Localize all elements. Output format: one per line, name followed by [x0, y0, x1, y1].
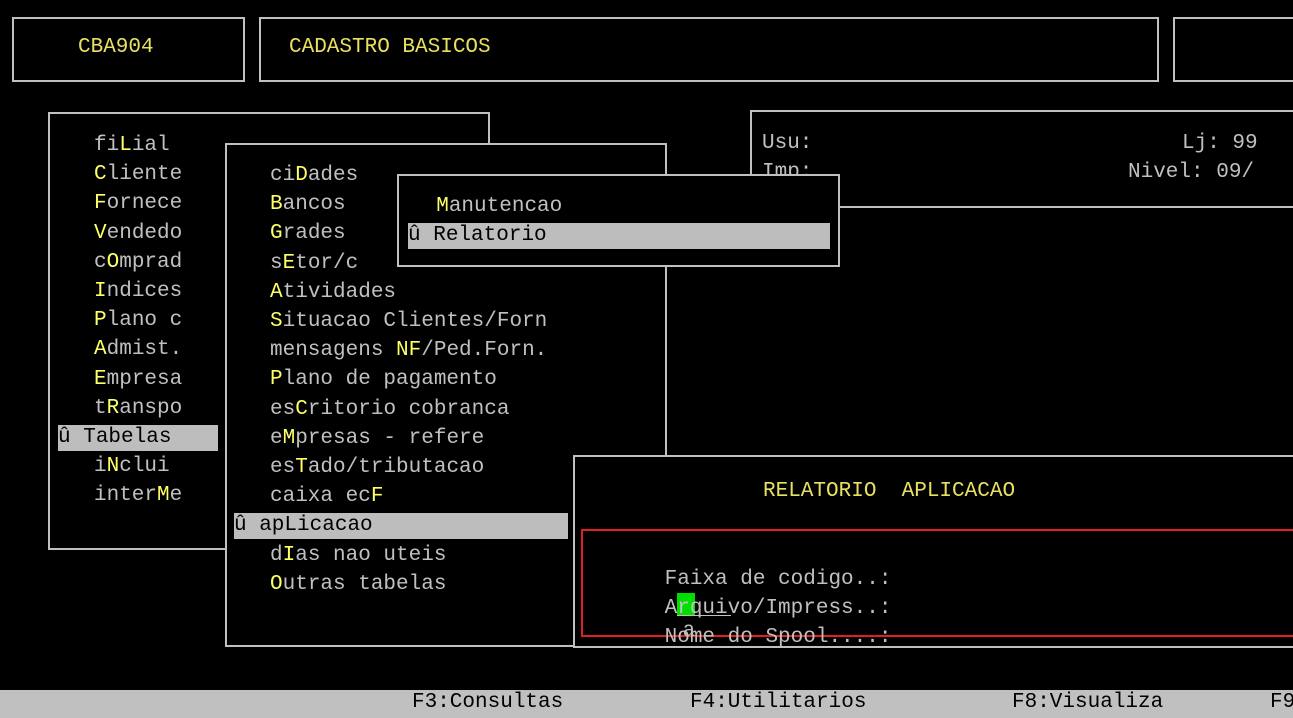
menu-item[interactable]: sEtor/c [270, 251, 358, 277]
report-window: RELATORIO APLICACAO Faixa de codigo..: a… [573, 455, 1293, 649]
menu-item[interactable]: Manutencao [411, 194, 562, 220]
lj-label: Lj: 99 [1182, 132, 1258, 155]
menu-item[interactable]: Bancos [270, 192, 346, 218]
nivel-label: Nivel: 09/ [1128, 161, 1255, 184]
menu-item[interactable]: mensagens NF/Ped.Forn. [270, 338, 547, 364]
f3-consultas[interactable]: F3:Consultas [412, 691, 563, 714]
menu-item[interactable]: Situacao Clientes/Forn [270, 309, 547, 335]
function-key-bar: F3:Consultas F4:Utilitarios F8:Visualiza… [0, 690, 1293, 718]
menu-item[interactable]: cOmprad [94, 250, 182, 276]
f9-key[interactable]: F9 [1270, 691, 1293, 714]
menu-item[interactable]: eMpresas - refere [270, 426, 484, 452]
usu-label: Usu: [762, 132, 813, 155]
menu-item[interactable]: Cliente [94, 162, 182, 188]
menu-item[interactable]: Indices [94, 279, 182, 305]
field-arquivo-row: Arquivo/Impress..: [589, 570, 892, 620]
menu-item[interactable]: Outras tabelas [270, 572, 446, 598]
menu-item[interactable]: esCritorio cobranca [270, 397, 509, 423]
menu-item[interactable]: fiLial [94, 133, 170, 159]
menu-item[interactable]: û Relatorio [408, 223, 830, 250]
menu-item[interactable]: caixa ecF [270, 484, 383, 510]
menu-item[interactable]: Fornece [94, 191, 182, 217]
menu-item[interactable]: dIas nao uteis [270, 543, 446, 569]
f4-utilitarios[interactable]: F4:Utilitarios [690, 691, 866, 714]
menu-item[interactable]: ciDades [270, 163, 358, 189]
menu-item[interactable]: Grades [270, 221, 346, 247]
menu-item[interactable]: Empresa [94, 367, 182, 393]
menu-item[interactable]: tRanspo [94, 396, 182, 422]
spool-label: Nome do Spool....: [664, 626, 892, 649]
menu-item[interactable]: Plano c [94, 308, 182, 334]
header-right-box [1173, 17, 1293, 82]
menu-item[interactable]: iNclui [94, 454, 170, 480]
field-spool-row: Nome do Spool....: [589, 599, 892, 649]
report-title: RELATORIO APLICACAO [763, 480, 1016, 503]
program-code-box: CBA904 [12, 17, 245, 82]
menu-item[interactable]: û Tabelas [58, 425, 218, 451]
title-box: CADASTRO BASICOS [259, 17, 1159, 82]
menu-item[interactable]: interMe [94, 483, 182, 509]
program-code: CBA904 [78, 36, 154, 59]
page-title: CADASTRO BASICOS [289, 36, 491, 59]
cidades-submenu: Manutencao û Relatorio [397, 174, 840, 267]
menu-item[interactable]: esTado/tributacao [270, 455, 484, 481]
f8-visualiza[interactable]: F8:Visualiza [1012, 691, 1163, 714]
menu-item[interactable]: Admist. [94, 337, 182, 363]
menu-item[interactable]: Vendedo [94, 221, 182, 247]
menu-item[interactable]: Atividades [270, 280, 396, 306]
menu-item[interactable]: û apLicacao [234, 513, 568, 540]
field-faixa-row: Faixa de codigo..: a [589, 541, 892, 643]
menu-item[interactable]: Plano de pagamento [270, 367, 497, 393]
spool-input[interactable] [665, 651, 725, 673]
report-form: Faixa de codigo..: a Arquivo/Impress..: … [581, 529, 1293, 649]
